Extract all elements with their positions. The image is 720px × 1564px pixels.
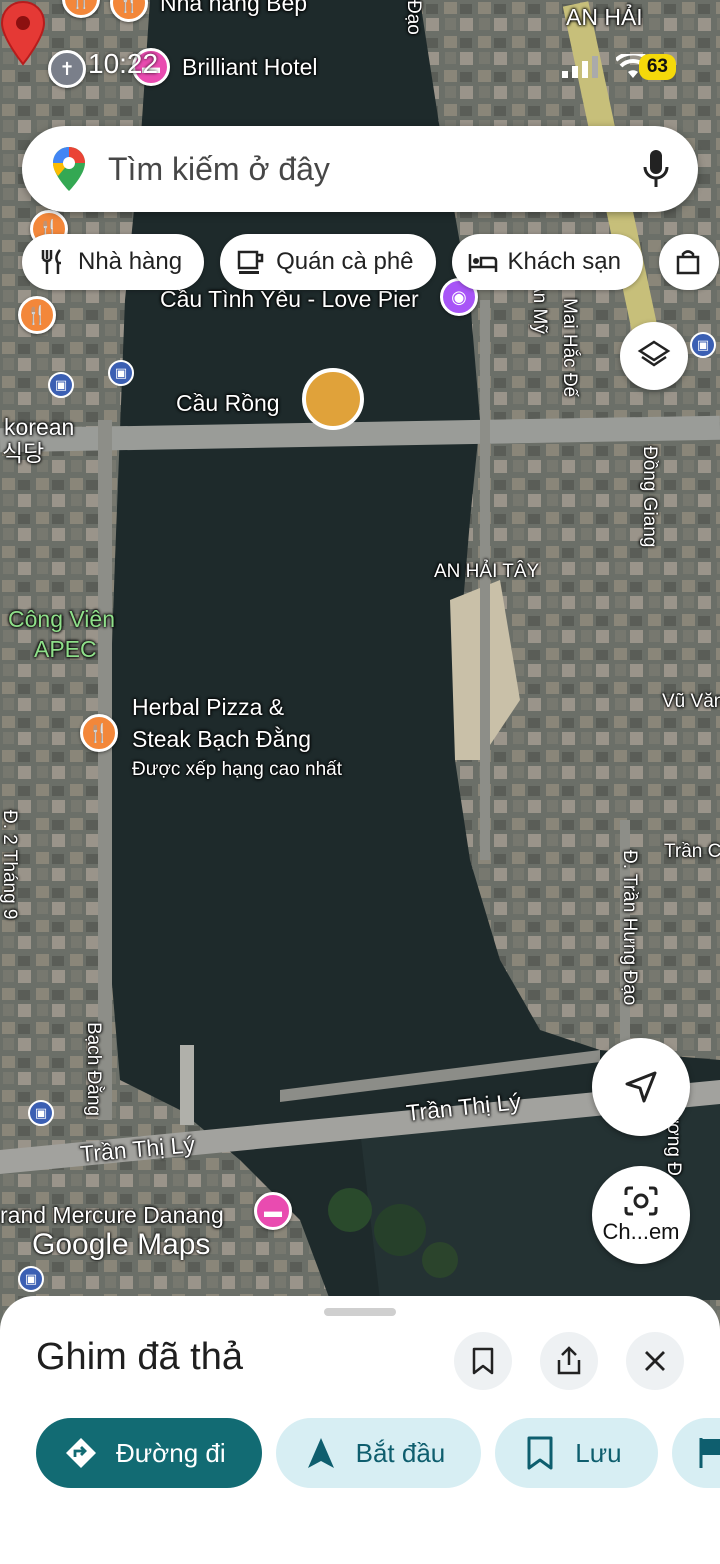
chip-shopping[interactable]	[658, 234, 719, 290]
coffee-cup-icon	[237, 250, 264, 274]
chip-label: Nhà hàng	[78, 248, 183, 275]
google-maps-logo-icon	[53, 147, 85, 191]
search-bar[interactable]: Tìm kiếm ở đây	[22, 126, 698, 212]
status-icons	[562, 54, 650, 80]
layers-icon	[637, 340, 671, 367]
map-label-cau-rong[interactable]: Cầu Rồng	[176, 392, 280, 415]
chip-label: Khách sạn	[507, 248, 621, 275]
lens-label: Ch...em	[602, 1219, 680, 1244]
drag-handle[interactable]	[324, 1308, 396, 1316]
flag-icon	[699, 1438, 720, 1468]
battery-level: 63	[638, 54, 676, 80]
start-button[interactable]: Bắt đầu	[275, 1418, 482, 1488]
flag-button[interactable]	[671, 1418, 720, 1488]
bus-stop-icon[interactable]: ▣	[18, 1266, 44, 1292]
map-label-apec[interactable]: APEC	[34, 638, 97, 661]
map-label-herbal-pizza[interactable]: Herbal Pizza &	[132, 696, 284, 719]
map-label-2-thang-9: Đ. 2 Tháng 9	[0, 810, 20, 920]
map-label-mai-hac-de: Mai Hắc Đế	[559, 298, 580, 398]
action-buttons: Đường đi Bắt đầu Lưu	[36, 1418, 720, 1488]
bus-stop-icon[interactable]: ▣	[28, 1100, 54, 1126]
microphone-icon[interactable]	[642, 149, 670, 189]
share-button[interactable]	[540, 1332, 598, 1390]
chip-label: Quán cà phê	[276, 248, 414, 275]
close-icon	[645, 1351, 665, 1371]
map-label-rating: Được xếp hạng cao nhất	[132, 759, 343, 780]
restaurant-pin-icon[interactable]: 🍴	[18, 296, 56, 334]
map-label-tran-hung-dao: Đ. Trần Hưng Đạo	[619, 850, 640, 1006]
hotel-pin-icon[interactable]: ▬	[254, 1192, 292, 1230]
restaurant-pin-icon[interactable]: 🍴	[80, 714, 118, 752]
location-arrow-icon	[625, 1071, 657, 1103]
bed-icon	[468, 254, 497, 272]
save-label: Lưu	[575, 1437, 622, 1468]
directions-icon	[66, 1438, 96, 1468]
status-time: 10:22	[88, 48, 159, 79]
map-label-korean-hangul[interactable]: 식당	[2, 442, 44, 465]
directions-label: Đường đi	[116, 1437, 226, 1468]
map-label-bach-dang: Bạch Đằng	[83, 1022, 104, 1117]
status-bar: 10:22 63	[0, 44, 720, 90]
directions-button[interactable]: Đường đi	[36, 1418, 262, 1488]
dragon-bridge-photo-pin[interactable]	[302, 368, 364, 430]
bus-stop-icon[interactable]: ▣	[108, 360, 134, 386]
signal-icon	[562, 56, 598, 78]
save-button[interactable]: Lưu	[495, 1418, 658, 1488]
map-label-dong-giang: Đồng Giang	[639, 446, 660, 548]
chip-restaurants[interactable]: Nhà hàng	[22, 234, 205, 290]
fork-knife-icon	[41, 249, 61, 274]
map-label-korean[interactable]: korean	[4, 416, 74, 439]
shopping-bag-icon	[676, 250, 700, 275]
dropped-pin-sheet[interactable]: Ghim đã thả Đường đi Bắt đầu Lưu	[0, 1296, 720, 1564]
map-label-vu-van: Vũ Văn	[662, 691, 720, 712]
map-label-grand-mercure[interactable]: rand Mercure Danang	[0, 1204, 224, 1227]
chip-coffee[interactable]: Quán cà phê	[220, 234, 436, 290]
map-label-love-pier[interactable]: Cầu Tình Yêu - Love Pier	[160, 288, 419, 311]
map-label-steak-bach-dang[interactable]: Steak Bạch Đằng	[132, 728, 311, 751]
search-input[interactable]: Tìm kiếm ở đây	[108, 151, 642, 188]
sheet-title: Ghim đã thả	[36, 1336, 243, 1378]
bookmark-icon	[527, 1436, 553, 1470]
map-label-nha-hang-bep[interactable]: Nhà hàng Bếp	[160, 0, 307, 15]
start-label: Bắt đầu	[355, 1437, 446, 1468]
map-label-an-hai-tay: AN HẢI TÂY	[434, 561, 540, 582]
lens-button[interactable]: Ch...em	[592, 1166, 690, 1264]
bus-stop-icon[interactable]: ▣	[690, 332, 716, 358]
share-icon	[557, 1346, 581, 1375]
map-label-cong-vien-apec[interactable]: Công Viên	[8, 608, 115, 631]
google-maps-watermark: Google Maps	[32, 1228, 211, 1261]
camera-lens-icon	[624, 1186, 658, 1216]
chip-hotels[interactable]: Khách sạn	[451, 234, 643, 290]
bookmark-outline-icon	[472, 1347, 494, 1375]
my-location-button[interactable]	[592, 1038, 690, 1136]
map-label-an-hai: AN HẢI	[566, 4, 643, 30]
layers-button[interactable]	[620, 322, 688, 390]
map-label-tran-c: Trần C	[664, 841, 720, 862]
navigation-arrow-icon	[307, 1438, 334, 1468]
save-icon-button[interactable]	[454, 1332, 512, 1390]
category-chips: Nhà hàng Quán cà phê Khách sạn	[22, 234, 719, 290]
map-label-dao: Đạo	[403, 0, 424, 35]
close-button[interactable]	[626, 1332, 684, 1390]
bus-stop-icon[interactable]: ▣	[48, 372, 74, 398]
